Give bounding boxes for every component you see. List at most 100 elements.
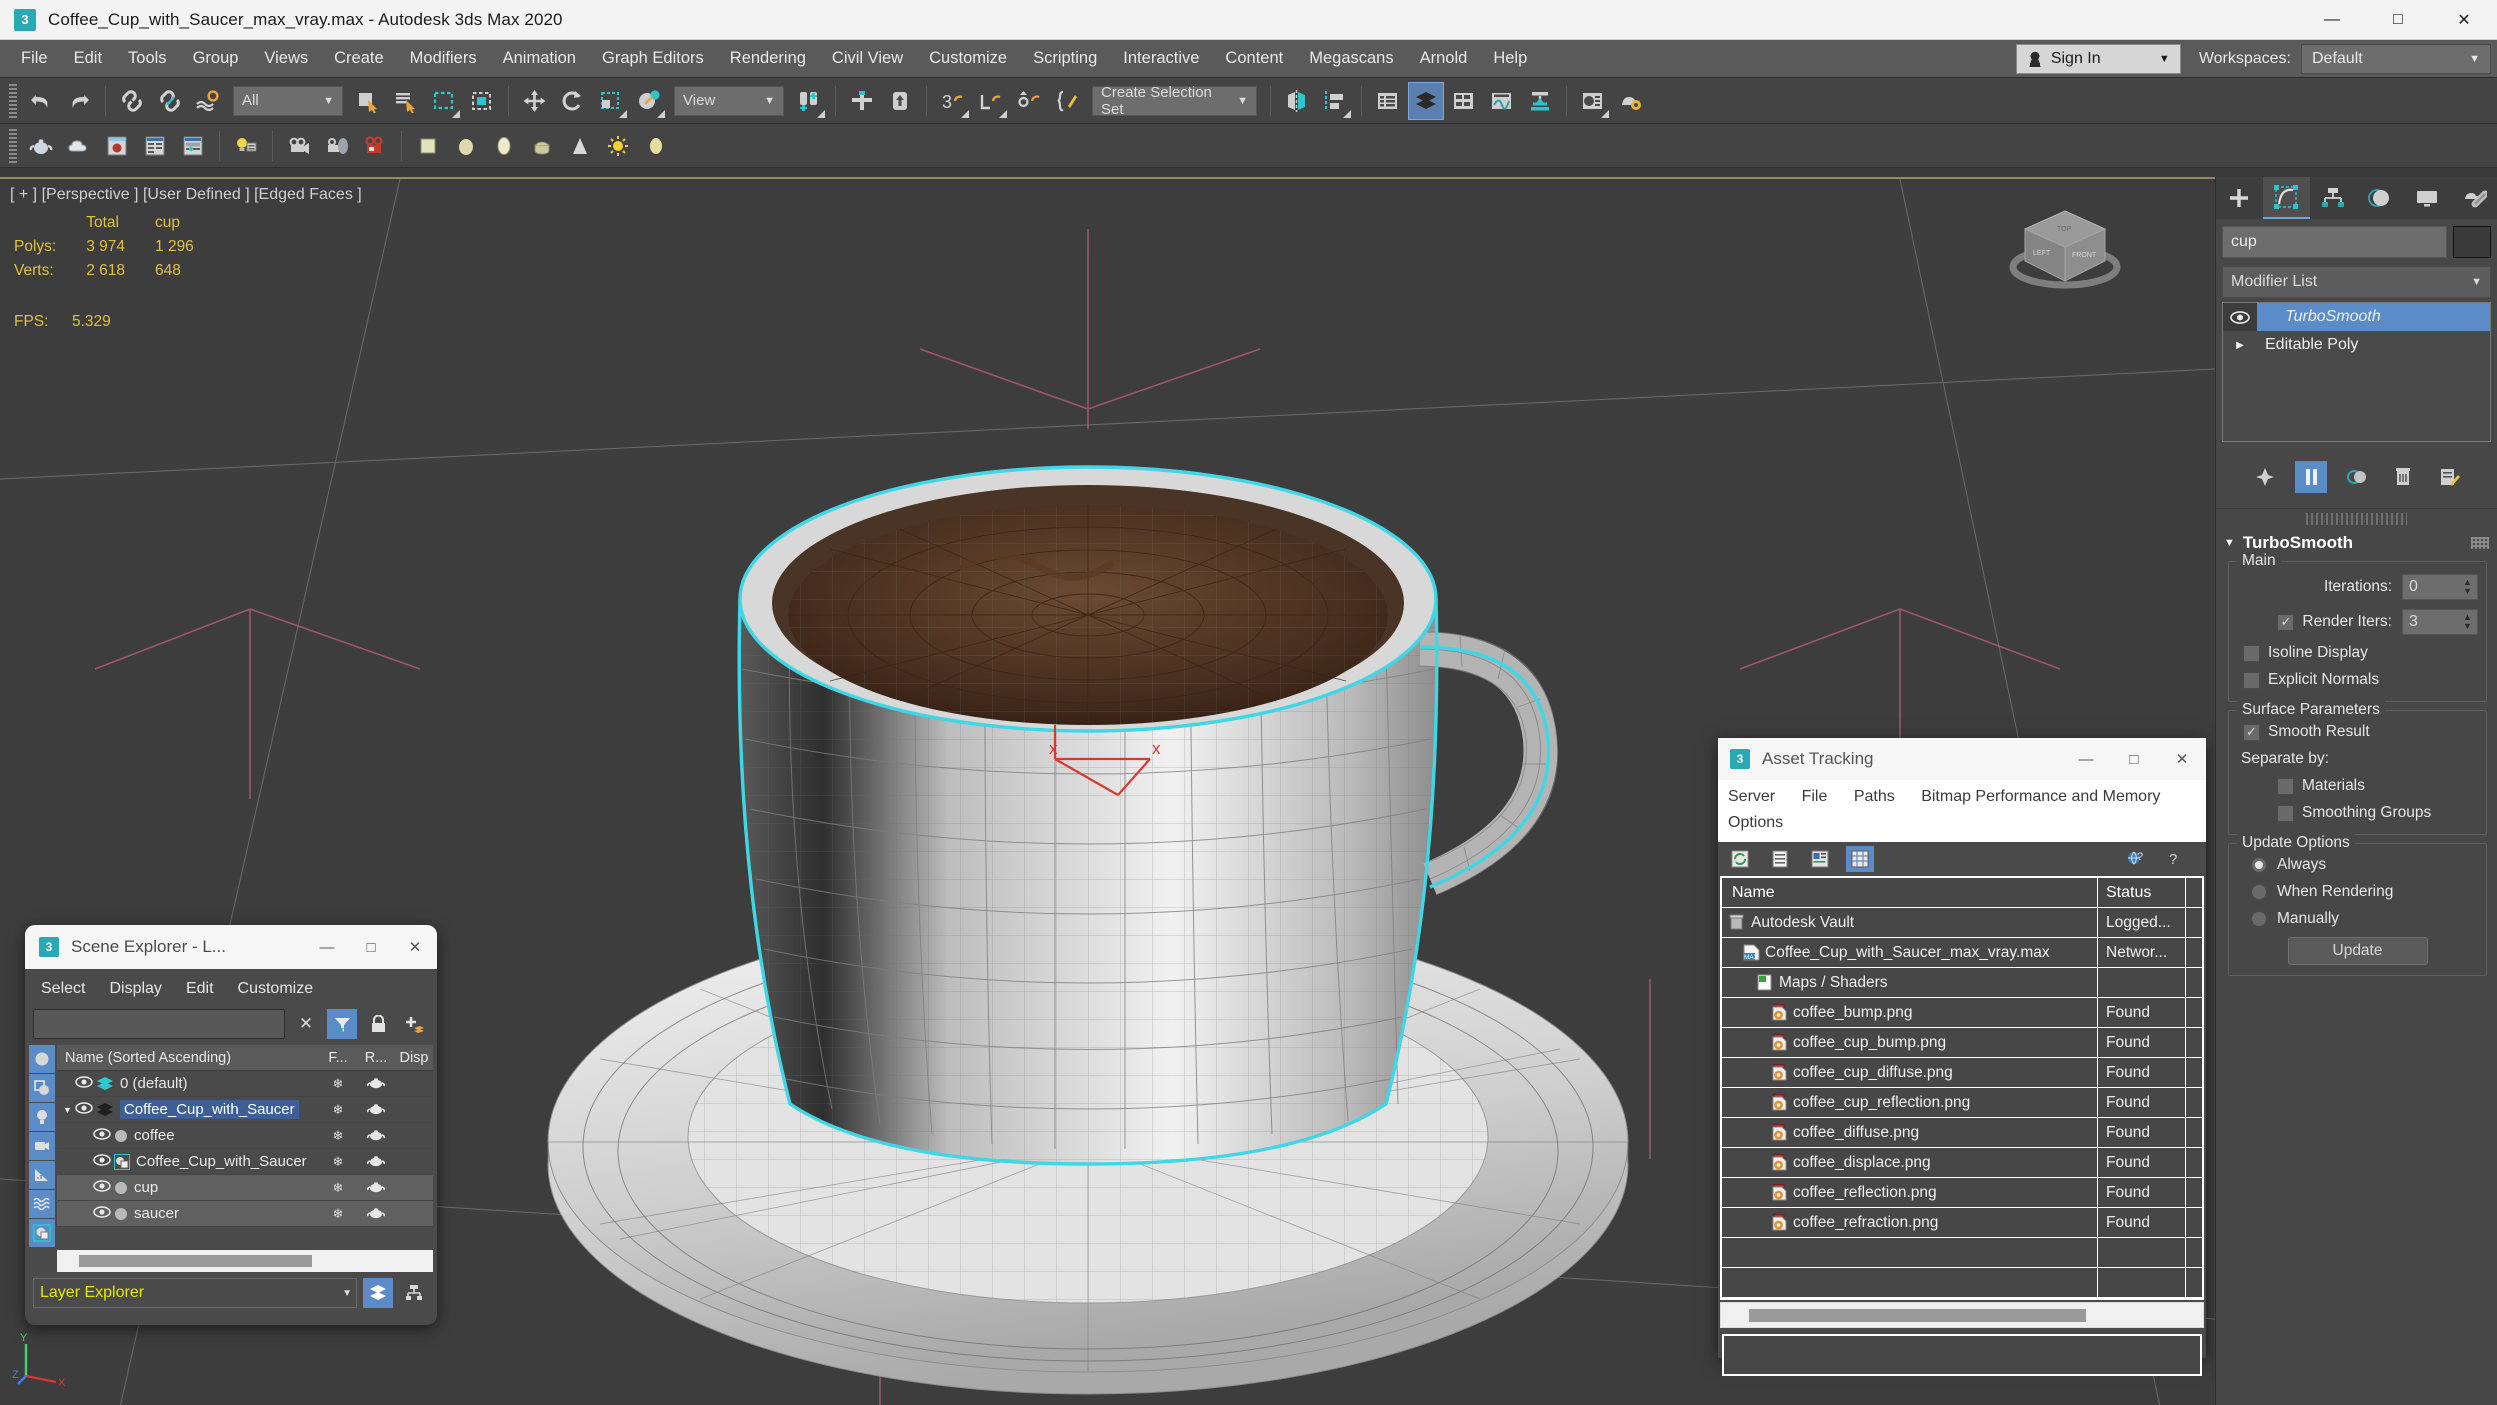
frozen-cell[interactable]: ❄ [319,1154,357,1170]
manually-radio[interactable] [2251,911,2267,927]
asset-column-status[interactable]: Status [2098,878,2186,907]
scene-explorer-row[interactable]: cup ❄ [57,1175,433,1201]
always-row[interactable]: Always [2237,856,2478,874]
explorer-mode-select[interactable]: Layer Explorer ▼ [33,1278,357,1308]
frozen-cell[interactable]: ❄ [319,1076,357,1092]
menu-create[interactable]: Create [321,44,397,73]
object-color-swatch[interactable] [2453,226,2491,258]
align-icon[interactable] [1317,82,1353,120]
tab-create[interactable] [2216,177,2263,219]
render-iters-spinner[interactable]: 3 ▲ ▼ [2402,609,2478,635]
toolbar-grip[interactable] [9,128,17,163]
render-cell[interactable] [357,1154,395,1170]
selection-filter-select[interactable]: All ▼ [233,85,343,116]
asset-tracking-row[interactable] [1722,1238,2202,1268]
asset-tracking-row[interactable] [1722,1268,2202,1298]
filter-space-warps-icon[interactable] [29,1190,55,1218]
scene-explorer-menu-edit[interactable]: Edit [186,980,214,998]
rendered-frame-settings-icon[interactable] [175,127,211,165]
asset-horizontal-scrollbar[interactable] [1720,1302,2204,1328]
filter-geometry-icon[interactable] [29,1045,55,1073]
add-layer-icon[interactable] [399,1009,429,1039]
cone-primitive-icon[interactable] [562,127,598,165]
column-name[interactable]: Name (Sorted Ascending) [57,1050,319,1066]
omni-light-icon[interactable] [600,127,636,165]
scene-explorer-row[interactable]: coffee ❄ [57,1123,433,1149]
free-light-icon[interactable] [638,127,674,165]
box-primitive-icon[interactable] [410,127,446,165]
modifier-stack-item-editable-poly[interactable]: ▶ Editable Poly [2223,331,2490,359]
render-iters-checkbox[interactable]: ✓ [2277,613,2295,631]
menu-civil-view[interactable]: Civil View [819,44,916,73]
mirror-icon[interactable] [1279,82,1315,120]
cylinder-primitive-icon[interactable] [486,127,522,165]
sphere-primitive-icon[interactable] [448,127,484,165]
clear-search-icon[interactable]: ✕ [291,1009,321,1039]
filter-lights-icon[interactable] [29,1103,55,1131]
visibility-eye-icon[interactable] [92,1179,112,1196]
tab-display[interactable] [2403,177,2450,219]
menu-megascans[interactable]: Megascans [1296,44,1406,73]
spinner-arrows-icon[interactable]: ▲ ▼ [2461,578,2477,596]
hierarchy-view-button[interactable] [399,1278,429,1308]
light-lister-icon[interactable] [228,127,264,165]
menu-tools[interactable]: Tools [115,44,180,73]
menu-group[interactable]: Group [180,44,252,73]
when-rendering-row[interactable]: When Rendering [2237,883,2478,901]
scene-explorer-row[interactable]: ▼ Coffee_Cup_with_Saucer ❄ [57,1097,433,1123]
materials-checkbox[interactable] [2277,777,2294,795]
smooth-result-checkbox[interactable]: ✓ [2243,723,2260,741]
filter-shapes-icon[interactable] [29,1074,55,1102]
maximize-button[interactable]: □ [2365,0,2431,39]
asset-tracking-row[interactable]: coffee_displace.png Found [1722,1148,2202,1178]
column-display[interactable]: Disp [395,1050,433,1066]
frozen-cell[interactable]: ❄ [319,1128,357,1144]
redo-icon[interactable] [61,82,97,120]
asset-column-name[interactable]: Name [1722,878,2098,907]
scene-explorer-title-bar[interactable]: 3 Scene Explorer - L... — □ ✕ [25,925,437,969]
isoline-display-checkbox[interactable] [2243,644,2260,662]
use-pivot-point-center-icon[interactable] [791,82,827,120]
visibility-eye-icon[interactable] [92,1153,112,1170]
asset-menu-paths[interactable]: Paths [1854,788,1895,805]
edit-named-selection-sets-icon[interactable] [1049,82,1085,120]
frozen-cell[interactable]: ❄ [319,1180,357,1196]
named-selection-sets-input[interactable]: Create Selection Set ▼ [1092,84,1257,118]
tab-motion[interactable] [2356,177,2403,219]
menu-customize[interactable]: Customize [916,44,1020,73]
window-crossing-toggle-icon[interactable] [464,82,500,120]
column-render[interactable]: R... [357,1050,395,1066]
workspace-select[interactable]: Default ▼ [2301,43,2491,74]
render-cell[interactable] [357,1076,395,1092]
make-unique-icon[interactable] [2341,461,2373,493]
menu-scripting[interactable]: Scripting [1020,44,1110,73]
asset-tracking-row[interactable]: MAX Coffee_Cup_with_Saucer_max_vray.max Ne… [1722,938,2202,968]
menu-arnold[interactable]: Arnold [1407,44,1481,73]
camera-exposure-icon[interactable] [319,127,355,165]
asset-menu-bitmap[interactable]: Bitmap Performance and Memory [1921,788,2160,805]
select-and-rotate-icon[interactable] [555,82,591,120]
refresh-icon[interactable] [1726,846,1754,872]
command-panel[interactable]: Modifier List ▼ TurboSmooth ▶ Editable P… [2215,177,2497,1405]
select-and-manipulate-icon[interactable] [844,82,880,120]
select-by-name-icon[interactable] [388,82,424,120]
scene-explorer-row[interactable]: Coffee_Cup_with_Saucer ❄ [57,1149,433,1175]
asset-tracking-row[interactable]: coffee_diffuse.png Found [1722,1118,2202,1148]
always-radio[interactable] [2251,857,2267,873]
visibility-eye-icon[interactable] [92,1205,112,1222]
unlink-selection-icon[interactable] [152,82,188,120]
physical-camera-icon[interactable] [357,127,393,165]
scene-explorer-row[interactable]: saucer ❄ [57,1201,433,1227]
curve-editor-icon[interactable] [1484,82,1520,120]
asset-tracking-row[interactable]: coffee_cup_reflection.png Found [1722,1088,2202,1118]
filter-helpers-icon[interactable] [29,1161,55,1189]
expand-triangle-icon[interactable]: ▼ [63,1105,72,1115]
tab-utilities[interactable] [2450,177,2497,219]
sign-in-button[interactable]: Sign In ▼ [2015,43,2181,74]
view-cube[interactable]: TOP LEFT FRONT [2000,199,2130,314]
bind-to-space-warp-icon[interactable] [190,82,226,120]
help-icon[interactable]: ? [2162,846,2190,872]
scene-explorer-minimize-button[interactable]: — [305,925,349,969]
scene-explorer-search-input[interactable] [33,1009,285,1039]
close-button[interactable]: ✕ [2431,0,2497,39]
